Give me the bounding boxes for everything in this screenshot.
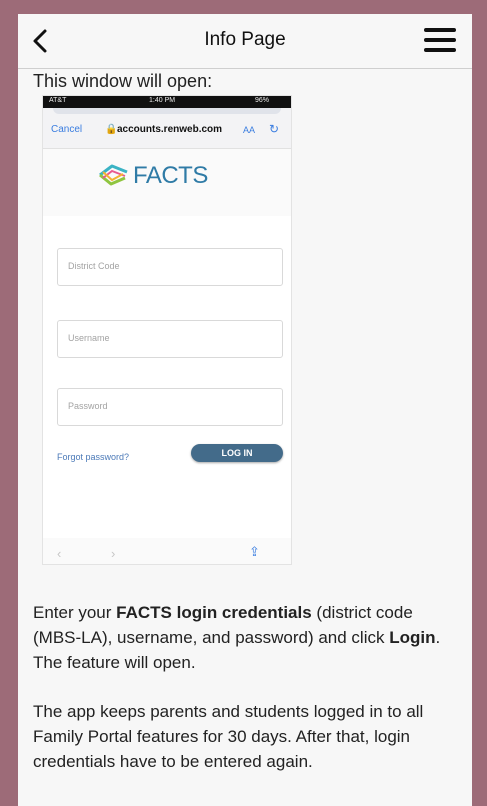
share-icon: ⇪	[249, 544, 260, 559]
screenshot-text-size: AA	[243, 125, 256, 135]
reload-icon: ↻	[269, 122, 280, 136]
intro-text: This window will open:	[33, 71, 213, 91]
page-title: Info Page	[204, 29, 286, 50]
app-screen: Info Page This window will open: AT&T 1:…	[18, 14, 472, 806]
screenshot-username-field: Username	[57, 320, 283, 358]
screenshot-domain: accounts.renweb.com	[117, 124, 223, 135]
status-carrier: AT&T	[49, 97, 67, 104]
top-bar: Info Page	[18, 14, 472, 69]
screenshot-district-field: District Code	[57, 248, 283, 286]
screenshot-password-field: Password	[57, 388, 283, 426]
instructions: Enter your FACTS login credentials (dist…	[33, 600, 458, 774]
menu-button[interactable]	[424, 28, 458, 54]
lock-icon: 🔒	[105, 124, 118, 135]
facts-logo-icon	[99, 164, 128, 186]
screenshot-cancel-label: Cancel	[51, 124, 83, 135]
screenshot-login-button: LOG IN	[191, 444, 283, 462]
hamburger-menu-icon	[424, 28, 458, 52]
back-arrow-icon: ‹	[57, 546, 62, 561]
feature-open-text: The feature will open.	[33, 653, 196, 672]
screenshot-forgot-link: Forgot password?	[57, 452, 130, 462]
screenshot-toolbar: ‹ › ⇪	[43, 544, 291, 564]
logo-text: FACTS	[133, 162, 208, 189]
screenshot-status-bar: AT&T 1:40 PM 96%	[43, 96, 291, 108]
status-time: 1:40 PM	[149, 97, 176, 104]
login-emphasis: Login	[389, 628, 436, 647]
session-info-paragraph: The app keeps parents and students logge…	[33, 702, 424, 771]
facts-logo: FACTS	[97, 158, 237, 196]
facts-credentials-emphasis: FACTS login credentials	[116, 603, 312, 622]
forward-arrow-icon: ›	[111, 546, 116, 561]
info-content: This window will open: AT&T 1:40 PM 96% …	[33, 70, 458, 771]
login-window-screenshot: AT&T 1:40 PM 96% Cancel 🔒 accounts.renwe…	[43, 96, 291, 564]
screenshot-login-form: District Code Username Password Forgot p…	[43, 216, 291, 538]
screenshot-url-bar: Cancel 🔒 accounts.renweb.com AA ↻	[43, 108, 291, 149]
instructions-paragraph: Enter your FACTS login credentials (dist…	[33, 603, 441, 672]
status-battery: 96%	[255, 97, 270, 104]
